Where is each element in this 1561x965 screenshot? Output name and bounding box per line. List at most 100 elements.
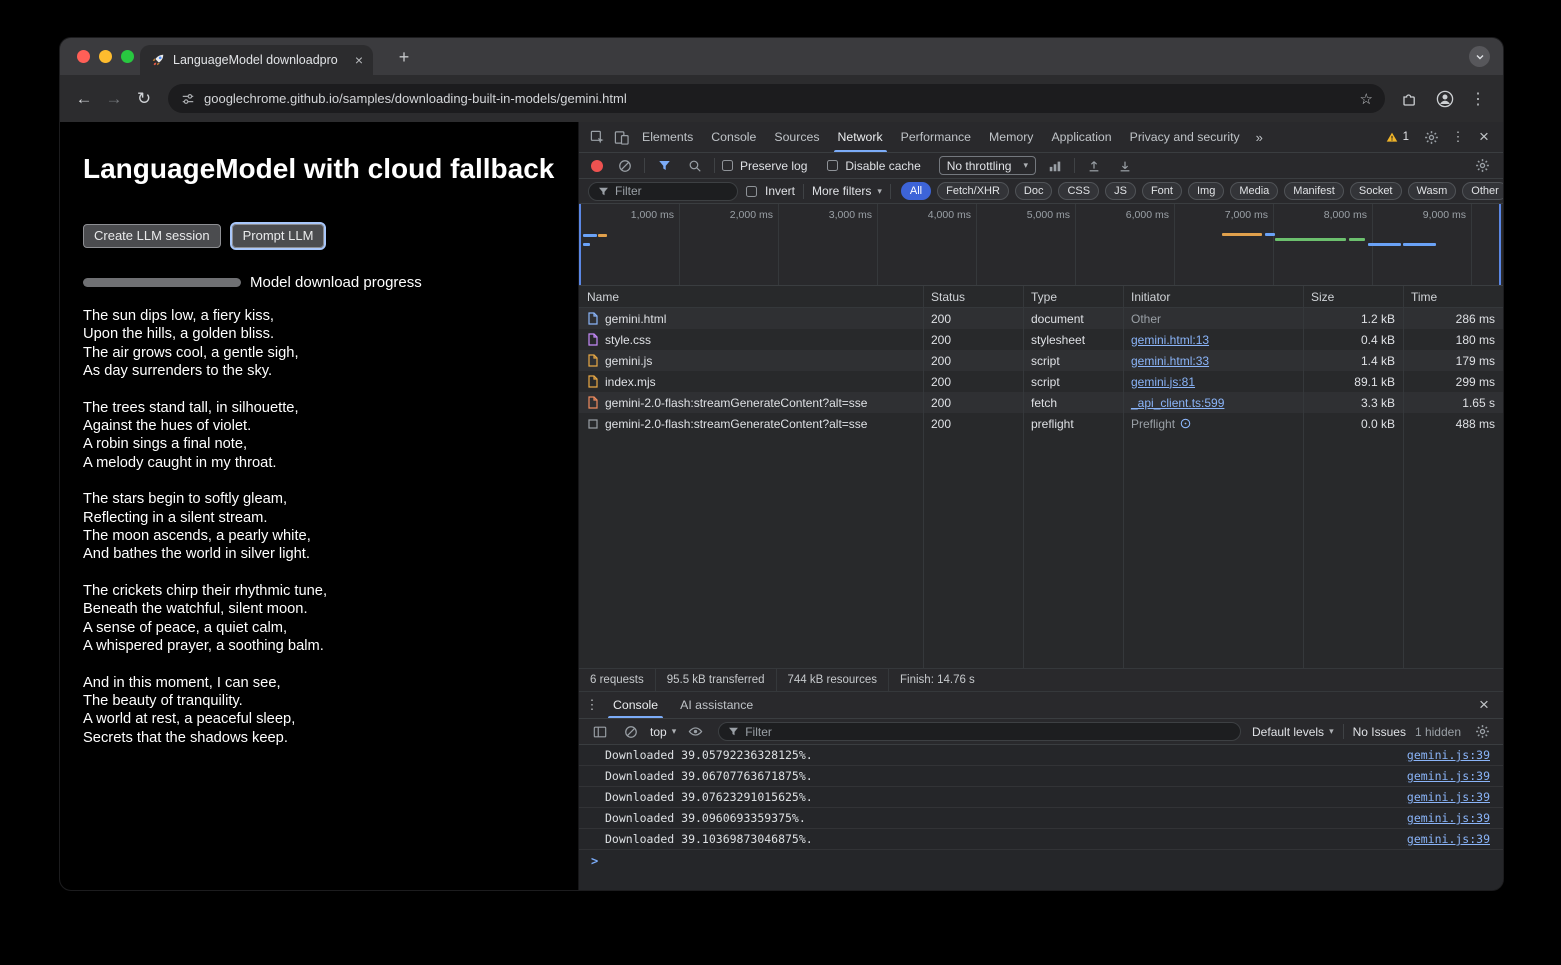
minimize-window-button[interactable]	[99, 50, 112, 63]
log-levels-dropdown[interactable]: Default levels ▾	[1252, 725, 1334, 739]
drawer-tab-console[interactable]: Console	[603, 692, 668, 718]
tab-elements[interactable]: Elements	[633, 122, 702, 152]
pill-socket[interactable]: Socket	[1350, 182, 1402, 200]
devtools-settings-gear-icon[interactable]	[1419, 125, 1443, 149]
fullscreen-window-button[interactable]	[121, 50, 134, 63]
col-initiator[interactable]: Initiator	[1123, 290, 1303, 304]
pill-wasm[interactable]: Wasm	[1408, 182, 1457, 200]
address-bar[interactable]: googlechrome.github.io/samples/downloadi…	[168, 84, 1385, 113]
pill-js[interactable]: JS	[1105, 182, 1136, 200]
col-name[interactable]: Name	[579, 290, 923, 304]
col-status[interactable]: Status	[923, 290, 1023, 304]
site-info-icon[interactable]	[180, 91, 196, 107]
clear-network-log-icon[interactable]	[613, 154, 637, 178]
col-time[interactable]: Time	[1403, 290, 1503, 304]
disable-cache-checkbox[interactable]	[827, 160, 838, 171]
tab-application[interactable]: Application	[1042, 122, 1120, 152]
pill-all[interactable]: All	[901, 182, 931, 200]
console-source-link[interactable]: gemini.js:39	[1407, 748, 1490, 762]
col-size[interactable]: Size	[1303, 290, 1403, 304]
tab-memory[interactable]: Memory	[980, 122, 1042, 152]
network-settings-gear-icon[interactable]	[1470, 154, 1494, 178]
pill-other[interactable]: Other	[1462, 182, 1503, 200]
console-filter-input[interactable]: Filter	[718, 722, 1241, 741]
inspect-element-icon[interactable]	[585, 125, 609, 149]
overview-right-handle[interactable]	[1499, 204, 1501, 285]
invert-label[interactable]: Invert	[765, 184, 795, 198]
url-text[interactable]: googlechrome.github.io/samples/downloadi…	[204, 91, 1352, 106]
bookmark-star-icon[interactable]: ☆	[1360, 90, 1373, 108]
pill-fetch-xhr[interactable]: Fetch/XHR	[937, 182, 1009, 200]
extensions-icon[interactable]	[1397, 87, 1421, 111]
column-divider[interactable]	[1023, 286, 1024, 668]
new-tab-button[interactable]: +	[390, 44, 418, 70]
more-tabs-icon[interactable]: »	[1249, 130, 1270, 145]
tab-network[interactable]: Network	[829, 122, 892, 152]
devtools-menu-icon[interactable]: ⋮	[1449, 129, 1467, 145]
close-window-button[interactable]	[77, 50, 90, 63]
column-divider[interactable]	[1123, 286, 1124, 668]
initiator-link[interactable]: gemini.js:81	[1131, 375, 1195, 389]
create-llm-session-button[interactable]: Create LLM session	[83, 224, 221, 248]
search-icon[interactable]	[683, 154, 707, 178]
initiator-link[interactable]: gemini.html:13	[1131, 333, 1209, 347]
console-source-link[interactable]: gemini.js:39	[1407, 832, 1490, 846]
import-har-icon[interactable]	[1082, 154, 1106, 178]
issues-warning-badge[interactable]: 1	[1381, 131, 1413, 144]
forward-button[interactable]: →	[100, 85, 128, 113]
device-toolbar-icon[interactable]	[609, 125, 633, 149]
table-row[interactable]: gemini-2.0-flash:streamGenerateContent?a…	[579, 392, 1503, 413]
tab-privacy-security[interactable]: Privacy and security	[1121, 122, 1249, 152]
export-har-icon[interactable]	[1113, 154, 1137, 178]
live-expression-eye-icon[interactable]	[683, 720, 707, 744]
column-divider[interactable]	[923, 286, 924, 668]
issues-status[interactable]: No Issues	[1353, 725, 1406, 739]
table-row[interactable]: gemini-2.0-flash:streamGenerateContent?a…	[579, 413, 1503, 434]
console-sidebar-icon[interactable]	[588, 720, 612, 744]
drawer-tab-ai-assistance[interactable]: AI assistance	[670, 692, 763, 718]
reload-button[interactable]: ↻	[130, 85, 158, 113]
tab-sources[interactable]: Sources	[765, 122, 828, 152]
network-timeline-overview[interactable]: 1,000 ms 2,000 ms 3,000 ms 4,000 ms 5,00…	[579, 204, 1503, 286]
hidden-messages-count[interactable]: 1 hidden	[1415, 725, 1461, 739]
devtools-close-icon[interactable]: ×	[1473, 127, 1495, 147]
prompt-llm-button[interactable]: Prompt LLM	[232, 224, 325, 248]
pill-manifest[interactable]: Manifest	[1284, 182, 1344, 200]
console-prompt[interactable]: >	[579, 850, 1503, 871]
drawer-close-icon[interactable]: ×	[1473, 695, 1495, 715]
tab-close-icon[interactable]: ×	[355, 53, 363, 67]
invert-checkbox[interactable]	[746, 186, 757, 197]
browser-menu-icon[interactable]: ⋮	[1469, 89, 1487, 109]
console-source-link[interactable]: gemini.js:39	[1407, 811, 1490, 825]
record-network-log-button[interactable]	[591, 160, 603, 172]
table-row[interactable]: gemini.html 200 document Other 1.2 kB 28…	[579, 308, 1503, 329]
pill-font[interactable]: Font	[1142, 182, 1182, 200]
network-filter-input[interactable]: Filter	[588, 182, 738, 201]
context-selector-dropdown[interactable]: top ▾	[650, 725, 676, 739]
initiator-link[interactable]: gemini.html:33	[1131, 354, 1209, 368]
browser-tab[interactable]: LanguageModel downloadpro ×	[140, 45, 373, 75]
back-button[interactable]: ←	[70, 85, 98, 113]
overview-left-handle[interactable]	[579, 204, 581, 285]
preserve-log-label[interactable]: Preserve log	[740, 159, 807, 173]
initiator-link[interactable]: _api_client.ts:599	[1131, 396, 1224, 410]
network-conditions-icon[interactable]	[1043, 154, 1067, 178]
tab-console[interactable]: Console	[702, 122, 765, 152]
table-row[interactable]: style.css 200 stylesheet gemini.html:13 …	[579, 329, 1503, 350]
column-divider[interactable]	[1303, 286, 1304, 668]
filter-funnel-icon[interactable]	[652, 154, 676, 178]
pill-doc[interactable]: Doc	[1015, 182, 1053, 200]
preflight-info-icon[interactable]	[1180, 418, 1191, 429]
pill-css[interactable]: CSS	[1058, 182, 1099, 200]
tab-search-button[interactable]	[1469, 46, 1490, 67]
column-divider[interactable]	[1403, 286, 1404, 668]
table-row[interactable]: gemini.js 200 script gemini.html:33 1.4 …	[579, 350, 1503, 371]
table-row[interactable]: index.mjs 200 script gemini.js:81 89.1 k…	[579, 371, 1503, 392]
profile-avatar-icon[interactable]	[1433, 87, 1457, 111]
col-type[interactable]: Type	[1023, 290, 1123, 304]
console-settings-gear-icon[interactable]	[1470, 720, 1494, 744]
drawer-menu-icon[interactable]: ⋮	[583, 697, 601, 713]
disable-cache-label[interactable]: Disable cache	[845, 159, 920, 173]
pill-media[interactable]: Media	[1230, 182, 1278, 200]
console-source-link[interactable]: gemini.js:39	[1407, 790, 1490, 804]
